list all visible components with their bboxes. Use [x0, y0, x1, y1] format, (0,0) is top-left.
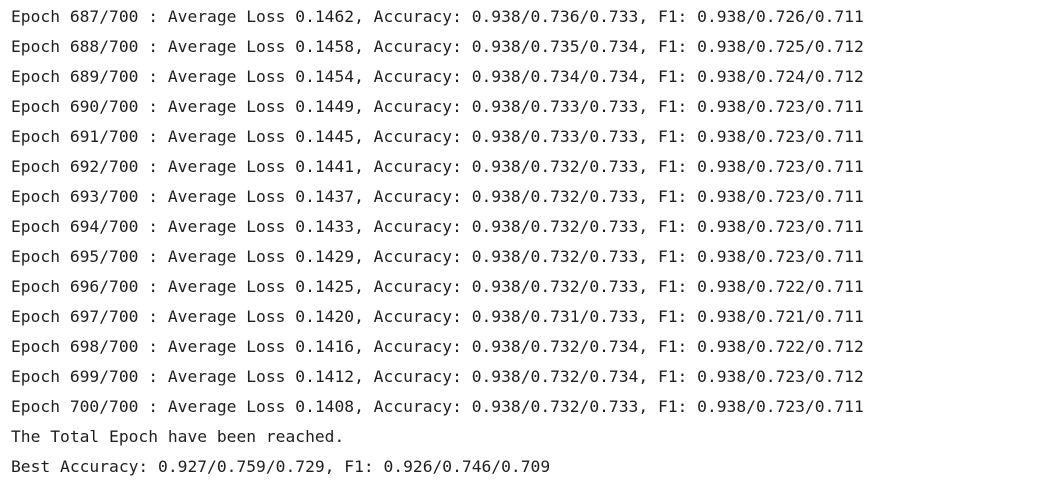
log-line-epoch-695: Epoch 695/700 : Average Loss 0.1429, Acc…	[11, 247, 864, 266]
log-line-best-accuracy: Best Accuracy: 0.927/0.759/0.729, F1: 0.…	[11, 457, 551, 476]
log-line-total-epoch-reached: The Total Epoch have been reached.	[11, 427, 345, 446]
log-line-epoch-699: Epoch 699/700 : Average Loss 0.1412, Acc…	[11, 367, 864, 386]
log-line-epoch-697: Epoch 697/700 : Average Loss 0.1420, Acc…	[11, 307, 864, 326]
log-line-epoch-690: Epoch 690/700 : Average Loss 0.1449, Acc…	[11, 97, 864, 116]
log-line-epoch-700: Epoch 700/700 : Average Loss 0.1408, Acc…	[11, 397, 864, 416]
log-line-epoch-693: Epoch 693/700 : Average Loss 0.1437, Acc…	[11, 187, 864, 206]
log-line-epoch-692: Epoch 692/700 : Average Loss 0.1441, Acc…	[11, 157, 864, 176]
log-line-epoch-694: Epoch 694/700 : Average Loss 0.1433, Acc…	[11, 217, 864, 236]
log-line-epoch-696: Epoch 696/700 : Average Loss 0.1425, Acc…	[11, 277, 864, 296]
console-output: Epoch 687/700 : Average Loss 0.1462, Acc…	[11, 2, 1054, 497]
log-line-epoch-698: Epoch 698/700 : Average Loss 0.1416, Acc…	[11, 337, 864, 356]
log-line-epoch-688: Epoch 688/700 : Average Loss 0.1458, Acc…	[11, 37, 864, 56]
log-line-epoch-691: Epoch 691/700 : Average Loss 0.1445, Acc…	[11, 127, 864, 146]
log-line-epoch-687: Epoch 687/700 : Average Loss 0.1462, Acc…	[11, 7, 864, 26]
log-line-epoch-689: Epoch 689/700 : Average Loss 0.1454, Acc…	[11, 67, 864, 86]
